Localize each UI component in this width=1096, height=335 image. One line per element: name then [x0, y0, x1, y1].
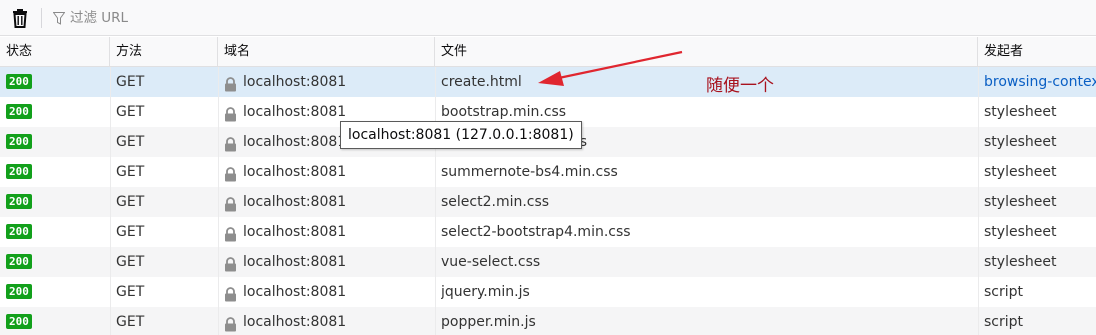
lock-icon — [224, 73, 237, 91]
toolbar-separator — [41, 8, 42, 28]
initiator-cell[interactable]: browsing-contex — [984, 67, 1096, 97]
file-cell: popper.min.js — [441, 314, 536, 330]
status-cell: 200 — [6, 67, 106, 97]
domain-cell: localhost:8081 — [224, 157, 429, 187]
file-cell: select2-bootstrap4.min.css — [441, 224, 631, 240]
column-header-status[interactable]: 状态 — [0, 37, 110, 67]
initiator-cell: stylesheet — [984, 224, 1057, 240]
column-divider — [978, 67, 979, 335]
annotation-text: 随便一个 — [706, 76, 774, 96]
status-cell: 200 — [6, 217, 106, 247]
request-row[interactable]: 200 GET localhost:8081 create.html brows… — [0, 67, 1096, 97]
initiator-cell: stylesheet — [984, 194, 1057, 210]
file-cell: select2.min.css — [441, 194, 550, 210]
lock-icon — [224, 163, 237, 181]
column-divider — [218, 67, 219, 335]
column-header-method[interactable]: 方法 — [110, 37, 218, 67]
method-cell: GET — [116, 284, 145, 300]
status-badge: 200 — [6, 283, 32, 299]
file-cell: jquery.min.js — [441, 284, 530, 300]
initiator-cell: stylesheet — [984, 254, 1057, 270]
status-cell: 200 — [6, 157, 106, 187]
status-badge: 200 — [6, 73, 32, 89]
method-cell: GET — [116, 224, 145, 240]
domain-cell: localhost:8081 — [224, 277, 429, 307]
status-cell: 200 — [6, 307, 106, 335]
initiator-cell: stylesheet — [984, 134, 1057, 150]
column-divider — [110, 67, 111, 335]
status-badge: 200 — [6, 163, 32, 179]
column-header-initiator[interactable]: 发起者 — [978, 37, 1096, 67]
network-toolbar — [0, 0, 1096, 36]
status-cell: 200 — [6, 97, 106, 127]
domain-text: localhost:8081 — [243, 134, 347, 150]
domain-cell: localhost:8081 — [224, 67, 429, 97]
domain-cell: localhost:8081 — [224, 187, 429, 217]
lock-icon — [224, 193, 237, 211]
lock-icon — [224, 313, 237, 331]
status-cell: 200 — [6, 187, 106, 217]
request-row[interactable]: 200 GET localhost:8081 select2-bootstrap… — [0, 217, 1096, 247]
domain-text: localhost:8081 — [243, 164, 347, 180]
status-badge: 200 — [6, 223, 32, 239]
lock-icon — [224, 223, 237, 241]
domain-cell: localhost:8081 — [224, 217, 429, 247]
lock-icon — [224, 253, 237, 271]
lock-icon — [224, 103, 237, 121]
initiator-cell: stylesheet — [984, 164, 1057, 180]
file-cell: vue-select.css — [441, 254, 541, 270]
request-row[interactable]: 200 GET localhost:8081 select2.min.css s… — [0, 187, 1096, 217]
method-cell: GET — [116, 134, 145, 150]
column-header: 状态 方法 域名 文件 发起者 — [0, 37, 1096, 67]
status-badge: 200 — [6, 253, 32, 269]
filter-url-input[interactable] — [70, 10, 290, 26]
method-cell: GET — [116, 314, 145, 330]
status-badge: 200 — [6, 103, 32, 119]
method-cell: GET — [116, 104, 145, 120]
domain-text: localhost:8081 — [243, 74, 347, 90]
method-cell: GET — [116, 164, 145, 180]
request-row[interactable]: 200 GET localhost:8081 vue-select.css st… — [0, 247, 1096, 277]
request-list: 200 GET localhost:8081 create.html brows… — [0, 67, 1096, 335]
domain-text: localhost:8081 — [243, 104, 347, 120]
status-cell: 200 — [6, 127, 106, 157]
domain-text: localhost:8081 — [243, 254, 347, 270]
status-badge: 200 — [6, 313, 32, 329]
trash-icon[interactable] — [10, 8, 30, 28]
lock-icon — [224, 133, 237, 151]
request-row[interactable]: 200 GET localhost:8081 popper.min.js scr… — [0, 307, 1096, 335]
status-cell: 200 — [6, 277, 106, 307]
file-cell: summernote-bs4.min.css — [441, 164, 618, 180]
initiator-cell: stylesheet — [984, 104, 1057, 120]
column-divider — [435, 67, 436, 335]
domain-text: localhost:8081 — [243, 284, 347, 300]
domain-tooltip: localhost:8081 (127.0.0.1:8081) — [340, 121, 582, 149]
filter-icon — [53, 11, 65, 25]
domain-text: localhost:8081 — [243, 224, 347, 240]
status-cell: 200 — [6, 247, 106, 277]
initiator-cell: script — [984, 284, 1024, 300]
initiator-cell: script — [984, 314, 1024, 330]
method-cell: GET — [116, 74, 145, 90]
filter-url-box[interactable] — [53, 8, 313, 28]
column-header-file[interactable]: 文件 — [435, 37, 978, 67]
column-header-domain[interactable]: 域名 — [218, 37, 435, 67]
lock-icon — [224, 283, 237, 301]
method-cell: GET — [116, 194, 145, 210]
method-cell: GET — [116, 254, 145, 270]
request-row[interactable]: 200 GET localhost:8081 jquery.min.js scr… — [0, 277, 1096, 307]
domain-cell: localhost:8081 — [224, 307, 429, 335]
status-badge: 200 — [6, 133, 32, 149]
domain-text: localhost:8081 — [243, 314, 347, 330]
request-row[interactable]: 200 GET localhost:8081 summernote-bs4.mi… — [0, 157, 1096, 187]
status-badge: 200 — [6, 193, 32, 209]
domain-text: localhost:8081 — [243, 194, 347, 210]
domain-cell: localhost:8081 — [224, 247, 429, 277]
